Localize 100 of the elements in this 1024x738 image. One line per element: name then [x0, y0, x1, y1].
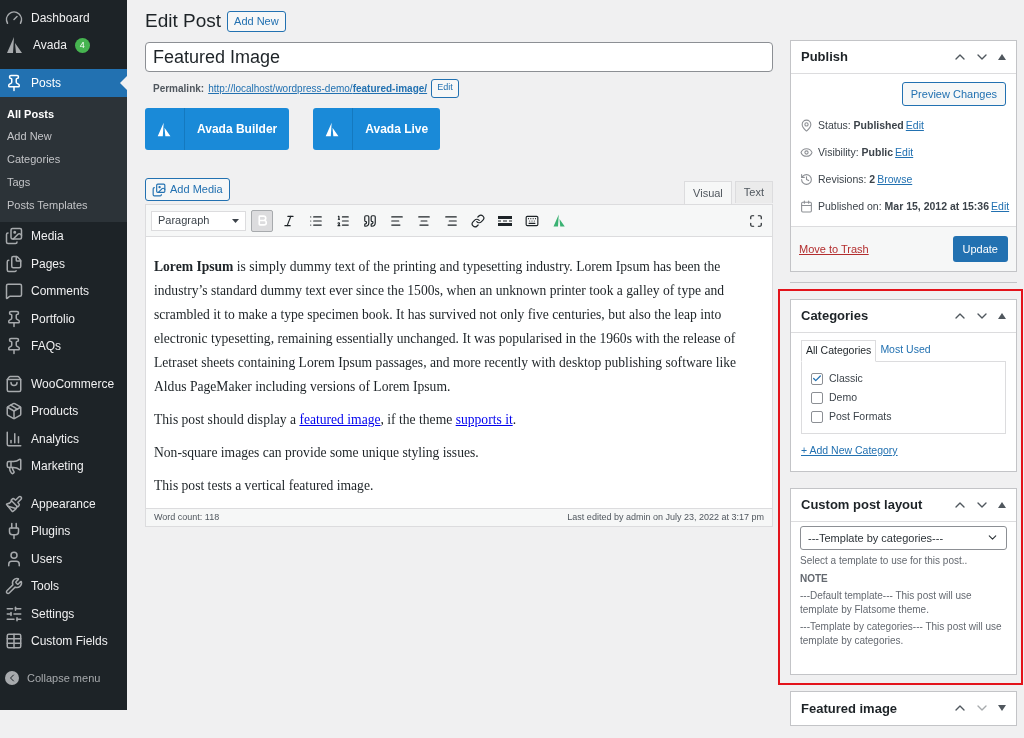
- bold-icon: [255, 214, 269, 227]
- panel-title: Categories: [801, 307, 870, 326]
- pushpin-icon: [5, 73, 23, 92]
- note-text: ---Template by categories--- This post will use template by categories.: [800, 619, 1003, 648]
- category-checkbox[interactable]: [811, 372, 823, 385]
- publish-detail-link[interactable]: Edit: [905, 117, 924, 134]
- update-button[interactable]: Update: [952, 236, 1008, 262]
- sidebar-item[interactable]: Analytics: [0, 425, 127, 453]
- submenu-item[interactable]: Categories: [0, 148, 127, 171]
- editor-tab[interactable]: Text: [734, 181, 773, 203]
- publish-detail-link[interactable]: Edit: [991, 198, 1010, 215]
- panel-title: Custom post layout: [801, 496, 924, 514]
- sidebar-item[interactable]: Custom Fields: [0, 627, 127, 655]
- inline-link[interactable]: supports it: [455, 412, 513, 427]
- paintbrush-icon: [5, 494, 23, 513]
- permalink-label: Permalink:: [153, 81, 205, 96]
- sidebar-item[interactable]: Users: [0, 545, 127, 573]
- page-heading: Edit Post: [145, 8, 222, 33]
- eye-icon: [800, 146, 813, 159]
- submenu-item[interactable]: Posts Templates: [0, 193, 127, 217]
- sidebar-item[interactable]: Plugins: [0, 517, 127, 545]
- box-icon: [5, 402, 23, 421]
- sidebar-item[interactable]: WooCommerce: [0, 370, 127, 398]
- avada-logo-icon: [5, 35, 25, 56]
- sidebar-item[interactable]: FAQs: [0, 332, 127, 360]
- pushpin-icon: [5, 337, 23, 356]
- toggle-triangle-icon[interactable]: [998, 313, 1006, 319]
- sidebar-item[interactable]: Dashboard: [0, 4, 127, 32]
- note-text: ---Default template--- This post will use template by Flatsome theme.: [800, 588, 973, 617]
- sidebar-item[interactable]: Marketing: [0, 452, 127, 480]
- fullscreen-icon[interactable]: [749, 213, 763, 228]
- pin-icon: [800, 119, 813, 132]
- pages-icon: [5, 254, 23, 273]
- post-title-field[interactable]: Featured Image: [145, 42, 773, 72]
- panel-title: Publish: [801, 48, 849, 67]
- sidebar-item[interactable]: Appearance: [0, 490, 127, 518]
- current-pointer-icon: [120, 76, 127, 90]
- builder-button[interactable]: Avada Builder: [145, 108, 290, 150]
- help-text: Select a template to use for this post..: [800, 553, 969, 568]
- category-label: Classic: [829, 370, 863, 386]
- add-media-button[interactable]: Add Media: [145, 178, 230, 201]
- pushpin-icon: [5, 309, 23, 328]
- format-select[interactable]: Paragraph: [151, 210, 246, 231]
- publish-detail-link[interactable]: Edit: [895, 144, 914, 161]
- category-label: Demo: [829, 389, 857, 405]
- paragraph: Non-square images can provide some unique styling issues.: [154, 444, 480, 462]
- numbers-icon: [336, 213, 350, 228]
- sidebar-item[interactable]: Media: [0, 222, 127, 250]
- publish-detail: Visibility: Public: [818, 144, 894, 160]
- category-checkbox[interactable]: [811, 391, 823, 404]
- editor-tab[interactable]: Visual: [684, 181, 732, 204]
- calendar-icon: [800, 200, 813, 213]
- builder-button[interactable]: Avada Live: [313, 108, 441, 150]
- history-icon: [800, 173, 813, 186]
- preview-changes-button[interactable]: Preview Changes: [901, 82, 1006, 106]
- template-select[interactable]: ---Template by categories---: [800, 525, 1007, 550]
- sidebar-item[interactable]: Portfolio: [0, 305, 127, 333]
- permalink-link[interactable]: http://localhost/wordpress-demo/featured-image/: [208, 80, 428, 96]
- collapse-menu-button[interactable]: Collapse menu: [0, 665, 127, 692]
- quote-icon: [363, 213, 377, 228]
- inline-link[interactable]: featured image: [299, 412, 381, 427]
- submenu-item[interactable]: Tags: [0, 170, 127, 194]
- align-center-icon: [417, 213, 431, 228]
- sidebar-item[interactable]: Avada 4: [0, 31, 127, 59]
- link-icon: [471, 213, 485, 228]
- wrench-icon: [5, 577, 23, 596]
- media-icon: [5, 227, 23, 246]
- submenu-item[interactable]: All Posts: [0, 102, 127, 126]
- toggle-triangle-icon[interactable]: [998, 501, 1006, 508]
- media-icon: [152, 182, 166, 197]
- add-new-button[interactable]: Add New: [227, 10, 286, 32]
- toggle-triangle-icon[interactable]: [998, 54, 1006, 60]
- edit-permalink-button[interactable]: Edit: [431, 78, 459, 98]
- count-badge: 4: [74, 37, 90, 53]
- sidebar-item[interactable]: Products: [0, 397, 127, 425]
- shopping-bag-icon: [5, 374, 23, 393]
- publish-detail: Status: Published: [818, 117, 904, 133]
- category-tab[interactable]: Most Used: [876, 339, 935, 361]
- publish-detail-link[interactable]: Browse: [877, 171, 913, 188]
- sidebar-item[interactable]: Pages: [0, 250, 127, 278]
- check-icon: [812, 373, 822, 384]
- sidebar-item[interactable]: Comments: [0, 277, 127, 305]
- sidebar-item[interactable]: Tools: [0, 572, 127, 600]
- last-edited-text: Last edited by admin on July 23, 2022 at 3:17 pm: [567, 510, 764, 524]
- person-icon: [5, 549, 23, 568]
- category-label: Post Formats: [829, 408, 892, 424]
- sidebar-item[interactable]: Posts: [0, 69, 127, 97]
- sliders-icon: [5, 604, 23, 623]
- sidebar-item[interactable]: Settings: [0, 600, 127, 628]
- add-new-category-link[interactable]: + Add New Category: [801, 443, 1006, 459]
- category-tab[interactable]: All Categories: [801, 340, 877, 362]
- paragraph: This post tests a vertical featured image.: [154, 477, 375, 495]
- category-checkbox[interactable]: [811, 410, 823, 423]
- speech-bubble-icon: [5, 282, 23, 301]
- submenu-item[interactable]: Add New: [0, 125, 127, 149]
- toggle-triangle-icon[interactable]: [998, 705, 1006, 712]
- publish-detail: Revisions: 2: [818, 171, 876, 187]
- paragraph: Lorem Ipsum is simply dummy text of the printing and typesetting industry. Lorem Ipsum has been the industry’s standard dummy text ever since the 1500s, when an unknown printer took a galley of type and scrambled it to make a type specimen book. It has survived not only five centuries, but also the leap into electronic typesetting, remaining essentially unchanged. It was popularised in the 1960s with the release of Letraset sheets containing Lorem Ipsum passages, and more recently with desktop publishing software like Aldus PageMaker including versions of Lorem Ipsum.: [154, 258, 738, 396]
- bar-chart-icon: [5, 429, 23, 448]
- move-to-trash-link[interactable]: Move to Trash: [799, 240, 869, 258]
